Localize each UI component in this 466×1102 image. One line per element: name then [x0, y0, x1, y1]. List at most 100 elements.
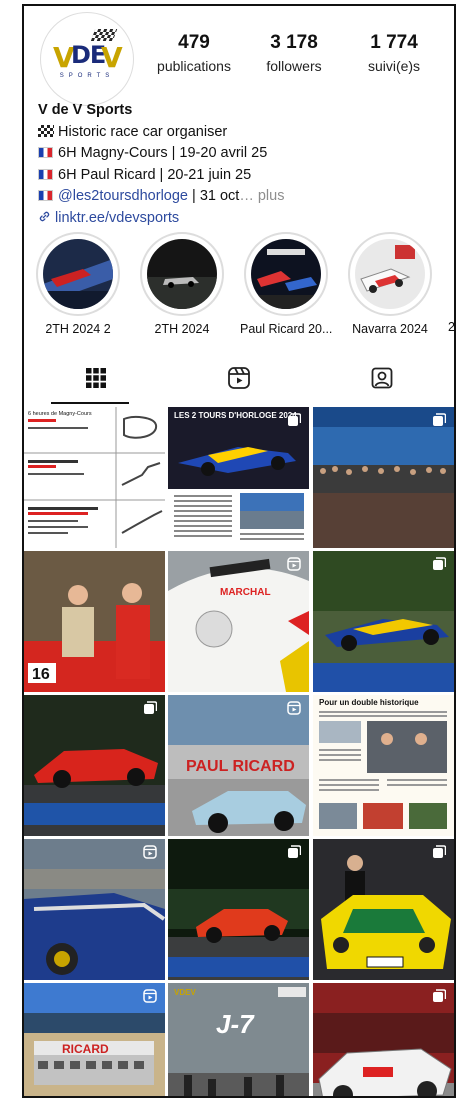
svg-text:VDEV: VDEV — [174, 988, 196, 997]
highlight-item[interactable]: 2TH 2024 — [136, 232, 228, 336]
reels-icon — [287, 557, 301, 571]
highlight-thumbnail — [43, 239, 113, 309]
highlight-ring — [140, 232, 224, 316]
bio-text: Historic race car organiser — [58, 123, 228, 140]
post-tile[interactable]: Pour un double historique — [313, 695, 454, 836]
bio-mention-link[interactable]: @les2toursdhorloge — [58, 188, 188, 204]
bio-link-row[interactable]: linktr.ee/vdevsports — [38, 208, 448, 230]
post-tile[interactable]: MARCHAL — [168, 551, 309, 692]
highlight-thumbnail — [147, 239, 217, 309]
highlight-item[interactable]: Paul Ricard 20... — [240, 232, 332, 336]
svg-text:16: 16 — [32, 666, 50, 683]
bio-line-4: @les2toursdhorloge | 31 oct… plus — [38, 186, 448, 208]
france-flag-icon — [38, 168, 53, 180]
post-tile[interactable]: RICARD — [24, 983, 165, 1096]
stat-value: 479 — [178, 32, 210, 53]
post-tile[interactable]: 16 — [24, 551, 165, 692]
highlight-label: Paul Ricard 20... — [240, 322, 333, 336]
checkered-flag-icon — [90, 29, 118, 41]
france-flag-icon — [38, 147, 53, 158]
bio-website-link[interactable]: linktr.ee/vdevsports — [55, 210, 179, 226]
checkered-flag-icon — [38, 124, 54, 137]
post-tile[interactable] — [24, 695, 165, 836]
profile-frame: V DE V SPORTS 479 publications 3 178 fol… — [22, 4, 456, 1098]
bio-text: 6H Paul Ricard | 20-21 juin 25 — [58, 166, 252, 183]
france-flag-icon — [38, 190, 53, 201]
post-caption: PAUL RICARD — [186, 758, 295, 775]
reels-icon — [143, 989, 157, 1003]
post-caption: RICARD — [62, 1042, 109, 1056]
bio-line-2: 6H Magny-Cours | 19-20 avril 25 — [38, 143, 448, 165]
post-thumbnail: Pour un double historique — [313, 695, 454, 836]
post-thumbnail: LES 2 TOURS D'HORLOGE 2024 — [168, 407, 309, 548]
highlight-ring — [36, 232, 120, 316]
tab-posts[interactable] — [24, 358, 167, 402]
post-tile[interactable] — [313, 983, 454, 1096]
post-tile[interactable]: VDEV J-7 — [168, 983, 309, 1096]
post-thumbnail — [313, 839, 454, 980]
post-tile[interactable]: 6 heures de Magny-Cours — [24, 407, 165, 548]
tab-tagged[interactable] — [310, 358, 453, 402]
highlight-thumbnail — [251, 239, 321, 309]
active-tab-indicator — [51, 402, 129, 404]
post-tile[interactable] — [168, 839, 309, 980]
reels-icon — [287, 701, 301, 715]
bio-text: | 31 oct — [188, 188, 240, 204]
post-tile[interactable]: LES 2 TOURS D'HORLOGE 2024 — [168, 407, 309, 548]
post-caption: J-7 — [216, 1009, 255, 1039]
post-thumbnail: VDEV J-7 — [168, 983, 309, 1096]
carousel-icon — [288, 845, 301, 858]
highlight-label: 2TH 2024 — [154, 322, 210, 336]
post-tile[interactable] — [313, 407, 454, 548]
stat-following[interactable]: 1 774 suivi(e)s — [344, 32, 444, 74]
highlight-item[interactable]: Navarra 2024 — [344, 232, 436, 336]
link-icon — [38, 210, 51, 226]
profile-avatar[interactable]: V DE V SPORTS — [40, 12, 134, 106]
stat-value: 1 774 — [370, 32, 418, 53]
carousel-icon — [433, 557, 446, 570]
carousel-icon — [144, 701, 157, 714]
stat-label: suivi(e)s — [367, 58, 421, 74]
profile-tabs — [24, 358, 454, 402]
profile-bio: V de V Sports Historic race car organise… — [38, 100, 448, 229]
bio-text: 6H Magny-Cours | 19-20 avril 25 — [58, 145, 268, 161]
highlight-ring — [348, 232, 432, 316]
reels-icon — [143, 845, 157, 859]
highlight-thumbnail — [355, 239, 425, 309]
post-thumbnail: 16 — [24, 551, 165, 692]
post-caption: LES 2 TOURS D'HORLOGE 2024 — [174, 411, 297, 420]
reels-icon — [227, 366, 251, 395]
post-thumbnail — [24, 839, 165, 980]
posts-grid: 6 heures de Magny-Cours LES 2 TOURS D'HO… — [24, 407, 454, 1096]
post-tile[interactable] — [313, 839, 454, 980]
bio-line-3: 6H Paul Ricard | 20-21 juin 25 — [38, 165, 448, 187]
logo-letter-v-2: V — [101, 41, 123, 74]
highlight-item-partial[interactable]: 2 — [448, 232, 455, 334]
post-thumbnail — [313, 407, 454, 548]
carousel-icon — [433, 989, 446, 1002]
tab-reels[interactable] — [167, 358, 310, 402]
post-caption: MARCHAL — [220, 587, 271, 598]
stat-publications[interactable]: 479 publications — [144, 32, 244, 74]
tagged-icon — [370, 366, 394, 395]
story-highlights: 2TH 2024 2 2TH 2024 Paul Ricard 20... Na… — [32, 232, 455, 342]
profile-name: V de V Sports — [38, 102, 133, 118]
highlight-label: Navarra 2024 — [352, 322, 428, 336]
bio-more-button[interactable]: … plus — [239, 188, 284, 204]
highlight-label: 2TH 2024 2 — [45, 322, 111, 336]
stat-followers[interactable]: 3 178 followers — [244, 32, 344, 74]
post-thumbnail — [24, 695, 165, 836]
post-tile[interactable] — [313, 551, 454, 692]
post-thumbnail — [313, 551, 454, 692]
post-caption: Pour un double historique — [319, 698, 419, 707]
logo-subtext: SPORTS — [59, 73, 115, 79]
highlight-item[interactable]: 2TH 2024 2 — [32, 232, 124, 336]
bio-line-1: Historic race car organiser — [38, 122, 448, 144]
post-thumbnail — [168, 839, 309, 980]
post-tile[interactable]: PAUL RICARD — [168, 695, 309, 836]
vdev-logo: V DE V SPORTS — [47, 19, 127, 99]
post-caption: 6 heures de Magny-Cours — [28, 411, 92, 417]
highlight-label: 2 — [448, 320, 455, 334]
post-tile[interactable] — [24, 839, 165, 980]
post-thumbnail: MARCHAL — [168, 551, 309, 692]
